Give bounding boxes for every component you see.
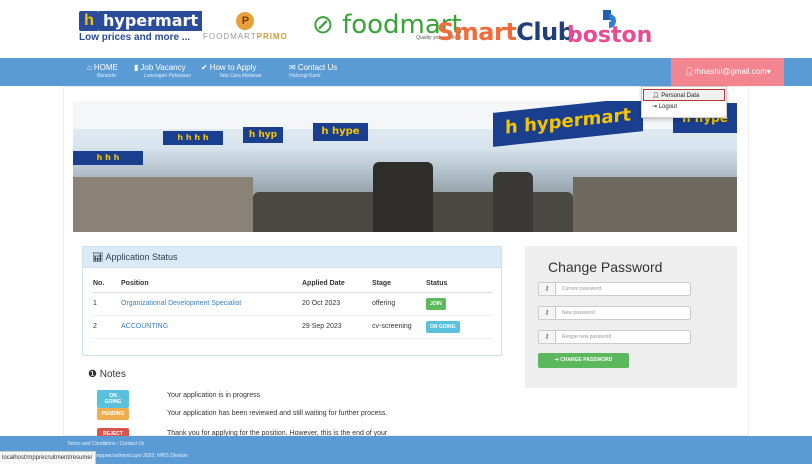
status-badge: ON GOING bbox=[97, 390, 129, 408]
footer-links[interactable]: Terms and Conditions / Contact Us bbox=[67, 441, 144, 447]
menu-item-personal-data[interactable]: 👤︎ Personal Data bbox=[643, 89, 725, 101]
nav-home[interactable]: ⌂ HOME Beranda bbox=[87, 64, 118, 80]
brand-logos-bar: h hypermart Low prices and more ... P FOO… bbox=[0, 0, 812, 58]
boston-emblem-icon bbox=[599, 10, 621, 28]
login-icon: ➜ bbox=[554, 357, 559, 363]
bookmark-icon: ▮ bbox=[134, 63, 139, 72]
current-password-field[interactable]: ⚷ Current password bbox=[538, 282, 691, 296]
smartclub-logo[interactable]: SmartClub bbox=[437, 18, 575, 46]
user-dropdown-menu: 👤︎ Personal Data ⇥ Logout bbox=[641, 86, 727, 118]
new-password-field[interactable]: ⚷ New password bbox=[538, 306, 691, 320]
user-menu-toggle[interactable]: 👤︎rhnashil@gmail.com▾ bbox=[671, 58, 784, 86]
key-icon: ⚷ bbox=[539, 283, 556, 295]
bar-chart-icon: 📊︎ bbox=[92, 252, 104, 262]
user-icon: 👤︎ bbox=[684, 67, 695, 76]
main-content: h hypermart h hype h hyp h h h h h h h h… bbox=[63, 86, 749, 440]
store-banner-image: h hypermart h hype h hyp h h h h h h h h… bbox=[73, 101, 737, 232]
application-status-panel: 📊︎ Application Status No. Position Appli… bbox=[82, 246, 502, 356]
position-link[interactable]: Organizational Development Specialist bbox=[121, 300, 241, 307]
status-badge: PENDING bbox=[97, 408, 129, 420]
application-status-table: No. Position Applied Date Stage Status 1… bbox=[93, 275, 493, 339]
boston-logo[interactable]: boston bbox=[567, 10, 652, 47]
footer: Terms and Conditions / Contact Us mpprec… bbox=[0, 436, 812, 464]
nav-how-to-apply[interactable]: ✔ How to Apply Tata Cara Melamar bbox=[201, 64, 262, 80]
check-icon: ✔ bbox=[201, 63, 208, 72]
footer-copyright: mpprecruitment.com 2023, HRIS Division bbox=[96, 453, 188, 459]
notes-heading: ❶ Notes bbox=[88, 369, 126, 380]
logout-icon: ⇥ bbox=[652, 104, 658, 110]
retype-password-field[interactable]: ⚷ Retype new password bbox=[538, 330, 691, 344]
position-link[interactable]: ACCOUNTING bbox=[121, 323, 168, 330]
user-icon: 👤︎ bbox=[652, 93, 660, 99]
nav-contact-us[interactable]: ✉ Contact Us Hubungi Kami bbox=[289, 64, 337, 80]
status-badge: ON GOING bbox=[426, 320, 460, 333]
foodmart-primo-logo[interactable]: P FOODMARTPRIMO bbox=[203, 12, 288, 41]
main-navbar: ⌂ HOME Beranda ▮ Job Vacancy Lowongan Peke… bbox=[0, 58, 812, 86]
menu-item-logout[interactable]: ⇥ Logout bbox=[642, 101, 726, 113]
browser-status-bar: localhost/mpprecruitment/resume/ bbox=[0, 451, 96, 464]
info-icon: ❶ bbox=[88, 369, 97, 380]
key-icon: ⚷ bbox=[539, 307, 556, 319]
caret-down-icon: ▾ bbox=[766, 67, 771, 76]
status-badge: JOIN bbox=[426, 297, 446, 310]
envelope-icon: ✉ bbox=[289, 63, 296, 72]
hypermart-logo[interactable]: h hypermart Low prices and more ... bbox=[79, 11, 203, 43]
application-status-header: 📊︎ Application Status bbox=[83, 247, 501, 268]
table-header-row: No. Position Applied Date Stage Status bbox=[93, 275, 493, 293]
change-password-title: Change Password bbox=[548, 259, 663, 275]
primo-emblem-icon: P bbox=[236, 12, 255, 30]
nav-job-vacancy[interactable]: ▮ Job Vacancy Lowongan Pekerjaan bbox=[134, 64, 191, 80]
change-password-button[interactable]: ➜ CHANGE PASSWORD bbox=[538, 353, 629, 368]
change-password-panel: Change Password ⚷ Current password ⚷ New p… bbox=[525, 246, 737, 388]
table-row: 1 Organizational Development Specialist … bbox=[93, 292, 493, 316]
key-icon: ⚷ bbox=[539, 331, 556, 343]
table-row: 2 ACCOUNTING 29 Sep 2023 cv-screening ON… bbox=[93, 315, 493, 339]
home-icon: ⌂ bbox=[87, 63, 92, 72]
